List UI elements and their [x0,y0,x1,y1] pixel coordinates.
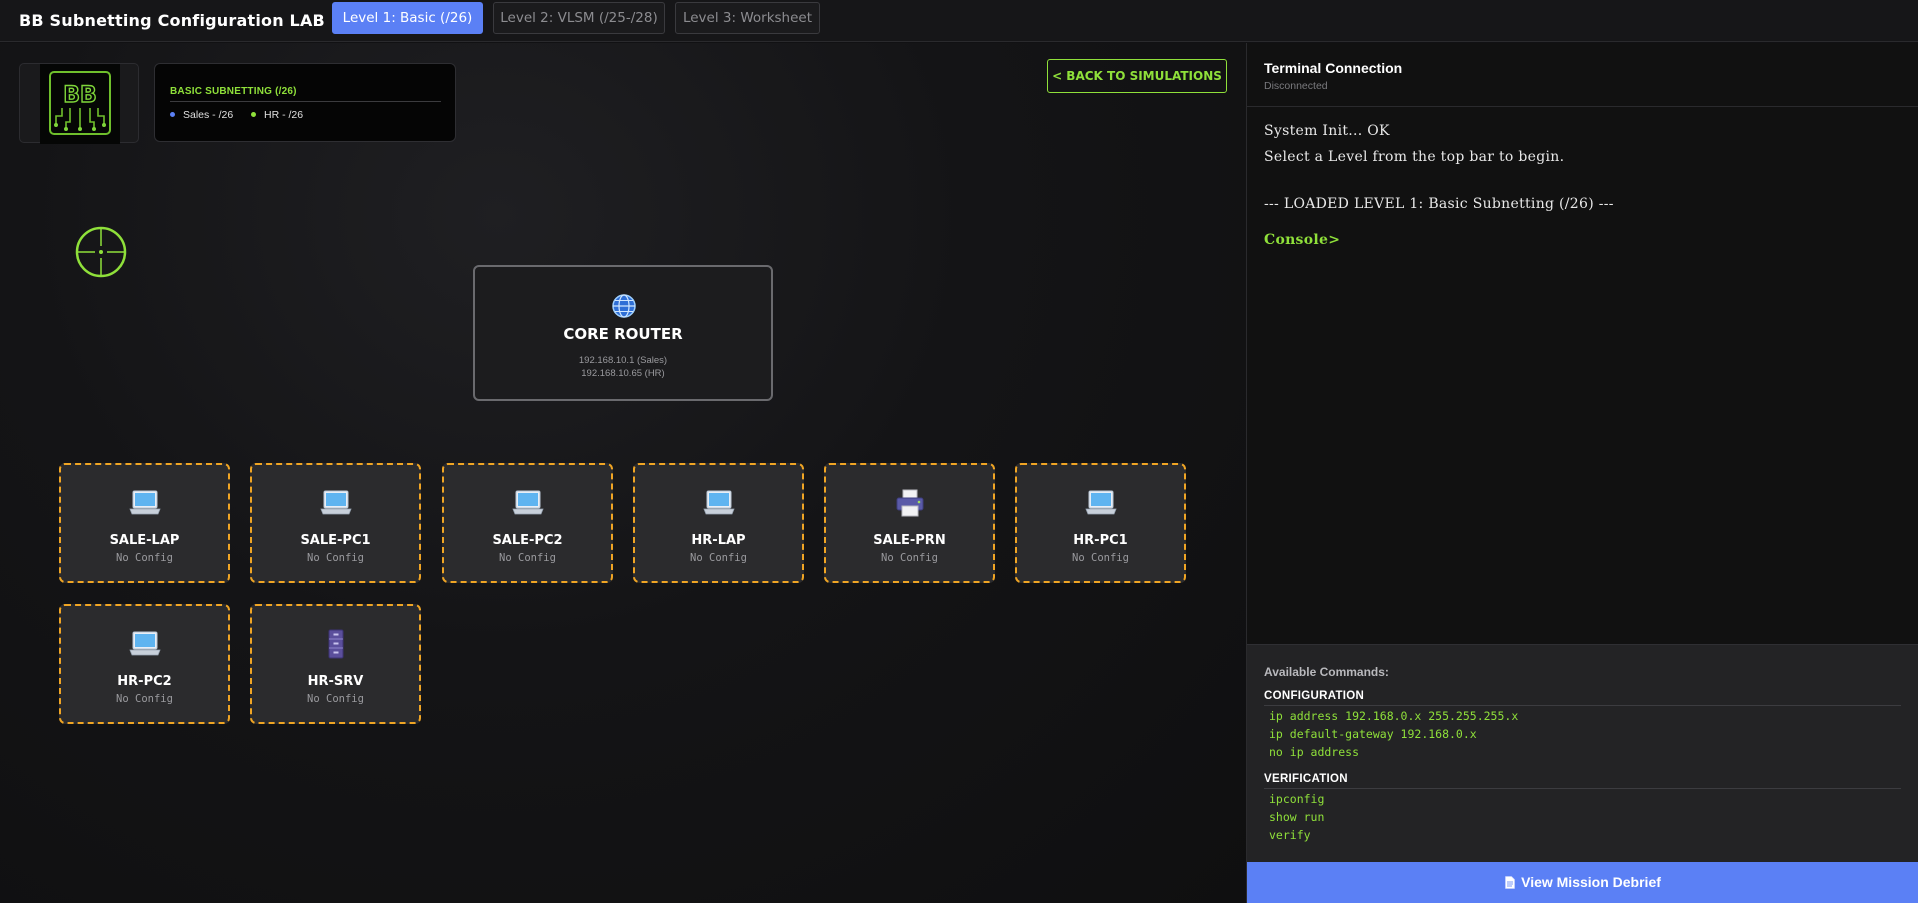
legend-dot-icon [251,112,256,117]
logo-text: BB [63,83,97,108]
device-sale-pc2[interactable]: SALE-PC2 No Config [442,463,613,583]
tab-level-1[interactable]: Level 1: Basic (/26) [332,2,483,34]
connection-status: Disconnected [1264,80,1328,92]
command-item[interactable]: ip address 192.168.0.x 255.255.255.x [1269,709,1518,723]
device-status: No Config [690,552,747,564]
router-ip-hr: 192.168.10.65 (HR) [581,368,665,379]
command-item[interactable]: verify [1269,828,1311,842]
device-hr-lap[interactable]: HR-LAP No Config [633,463,804,583]
section-divider [1264,788,1901,789]
back-to-simulations-button[interactable]: < BACK TO SIMULATIONS [1047,59,1227,93]
terminal-line: --- LOADED LEVEL 1: Basic Subnetting (/2… [1264,196,1614,212]
laptop-icon [129,631,161,656]
laptop-icon [1085,490,1117,515]
device-name: SALE-PC2 [492,533,563,548]
device-name: SALE-PC1 [300,533,371,548]
circuit-logo-icon: BB [49,71,111,135]
view-mission-debrief-button[interactable]: View Mission Debrief [1247,862,1918,903]
subnet-legend: BASIC SUBNETTING (/26) Sales - /26 HR - … [154,63,456,142]
device-sale-lap[interactable]: SALE-LAP No Config [59,463,230,583]
device-hr-pc1[interactable]: HR-PC1 No Config [1015,463,1186,583]
network-canvas: BB BASIC SUBNETTING (/26) Sales - /26 HR… [0,43,1246,903]
device-status: No Config [116,552,173,564]
device-hr-pc2[interactable]: HR-PC2 No Config [59,604,230,724]
command-item[interactable]: ipconfig [1269,792,1324,806]
terminal-title: Terminal Connection [1264,60,1403,76]
section-configuration: CONFIGURATION [1264,690,1365,702]
laptop-icon [129,490,161,515]
device-sale-prn[interactable]: SALE-PRN No Config [824,463,995,583]
device-name: HR-PC1 [1073,533,1128,548]
command-item[interactable]: show run [1269,810,1324,824]
device-name: SALE-PRN [873,533,946,548]
device-name: SALE-LAP [109,533,180,548]
section-verification: VERIFICATION [1264,773,1348,785]
server-icon [328,629,344,659]
device-name: HR-SRV [307,674,364,689]
command-item[interactable]: no ip address [1269,745,1359,759]
device-status: No Config [116,693,173,705]
legend-dot-icon [170,112,175,117]
terminal-line: Select a Level from the top bar to begin… [1264,149,1565,165]
printer-icon [896,489,924,517]
laptop-icon [703,490,735,515]
debrief-label: View Mission Debrief [1521,874,1661,890]
logo: BB [40,64,120,144]
document-icon [1505,876,1515,889]
crosshair-cursor-icon [75,226,127,278]
device-status: No Config [307,552,364,564]
command-item[interactable]: ip default-gateway 192.168.0.x [1269,727,1477,741]
console-prompt[interactable]: Console> [1264,232,1340,248]
router-name: CORE ROUTER [563,325,683,343]
device-hr-srv[interactable]: HR-SRV No Config [250,604,421,724]
legend-divider [170,101,441,102]
terminal-header: Terminal Connection Disconnected [1247,43,1918,107]
device-name: HR-PC2 [117,674,172,689]
tab-level-2[interactable]: Level 2: VLSM (/25-/28) [493,2,665,34]
device-name: HR-LAP [691,533,746,548]
device-status: No Config [881,552,938,564]
laptop-icon [512,490,544,515]
device-status: No Config [499,552,556,564]
terminal-panel: Terminal Connection Disconnected System … [1246,43,1918,903]
legend-item-hr: HR - /26 [251,109,303,121]
device-status: No Config [307,693,364,705]
legend-title: BASIC SUBNETTING (/26) [170,86,297,97]
legend-item-sales: Sales - /26 [170,109,233,121]
router-ip-sales: 192.168.10.1 (Sales) [578,355,668,366]
tab-level-3[interactable]: Level 3: Worksheet [675,2,820,34]
logo-card: BB [19,63,139,144]
top-bar: BB Subnetting Configuration LAB Level 1:… [0,0,1918,42]
globe-icon [612,294,636,318]
section-divider [1264,705,1901,706]
laptop-icon [320,490,352,515]
commands-heading: Available Commands: [1264,665,1389,679]
core-router-node[interactable]: CORE ROUTER 192.168.10.1 (Sales) 192.168… [473,265,773,401]
terminal-line: System Init... OK [1264,123,1390,139]
app-title: BB Subnetting Configuration LAB [19,11,325,30]
device-status: No Config [1072,552,1129,564]
available-commands-panel: Available Commands: CONFIGURATION ip add… [1247,644,1918,864]
device-sale-pc1[interactable]: SALE-PC1 No Config [250,463,421,583]
